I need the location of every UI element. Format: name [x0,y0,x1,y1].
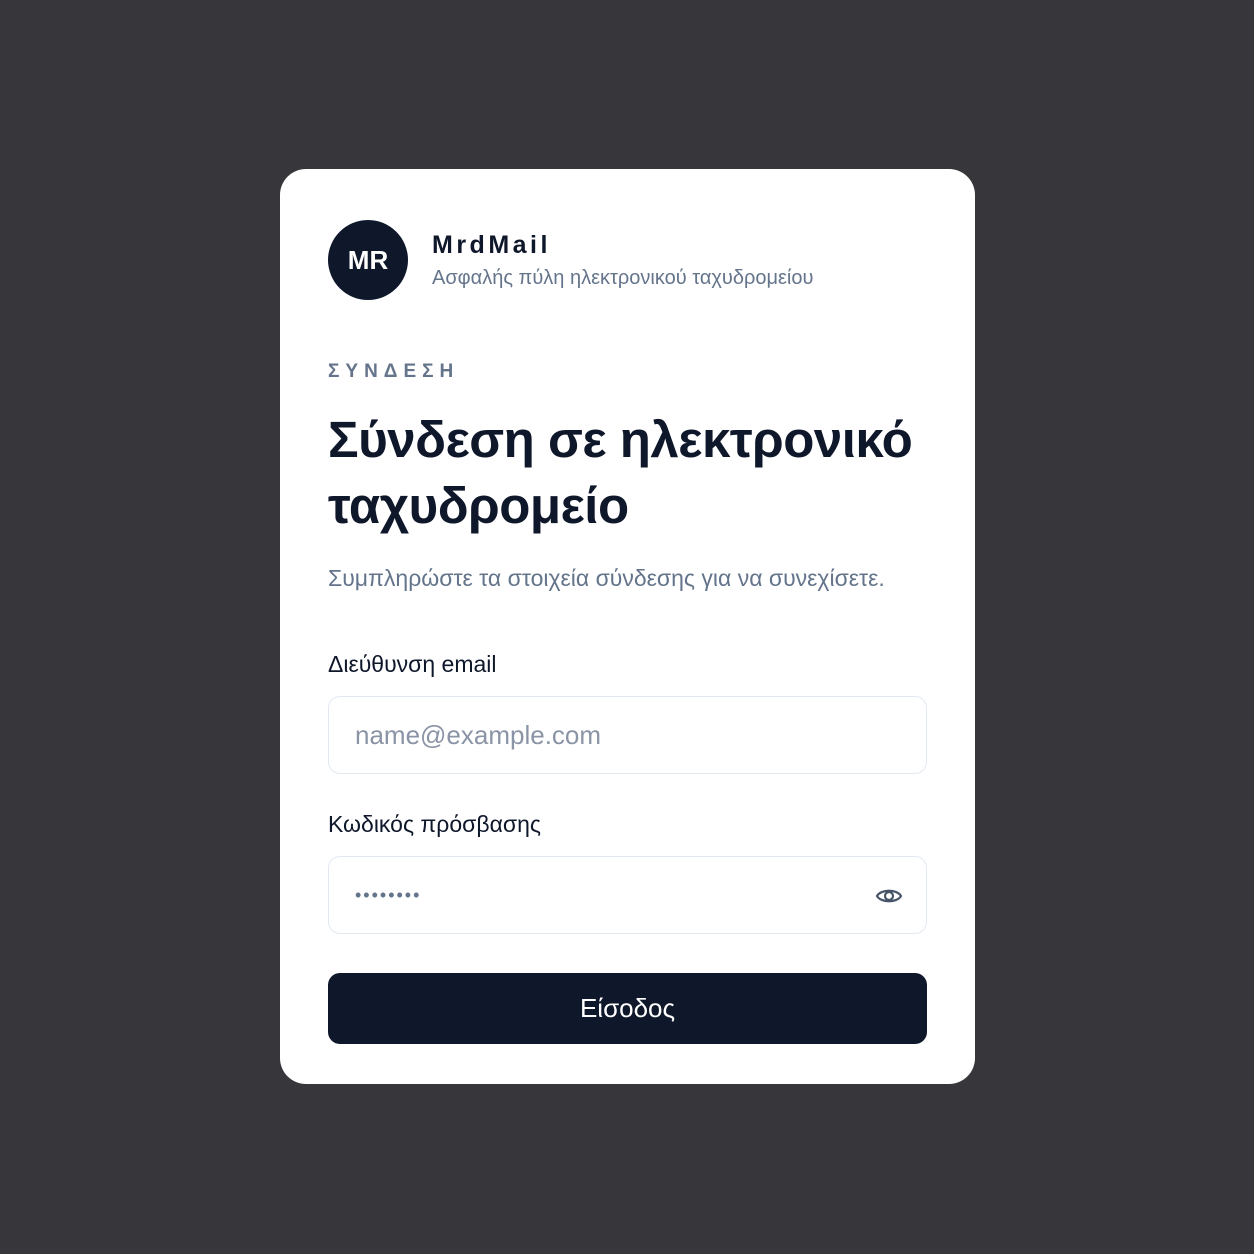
page-title: Σύνδεση σε ηλεκτρονικό ταχυδρομείο [328,411,913,534]
brand-text: MrdMail Ασφαλής πύλη ηλεκτρονικού ταχυδρ… [432,231,813,290]
brand-header: MR MrdMail Ασφαλής πύλη ηλεκτρονικού ταχ… [328,220,813,300]
login-card: MR MrdMail Ασφαλής πύλη ηλεκτρονικού ταχ… [280,169,975,1084]
login-button[interactable]: Είσοδος [328,973,927,1044]
password-field-container [328,856,927,934]
brand-logo: MR [328,220,408,300]
password-field[interactable] [355,857,835,933]
email-field-container [328,696,927,774]
page-subtitle: Συμπληρώστε τα στοιχεία σύνδεσης για να … [328,565,885,591]
eye-icon-graphic [875,889,903,903]
email-field[interactable] [355,697,875,773]
eye-icon[interactable] [874,881,904,911]
brand-name: MrdMail [432,230,551,259]
brand-tagline: Ασφαλής πύλη ηλεκτρονικού ταχυδρομείου [432,266,814,289]
email-label: Διεύθυνση email [328,651,497,677]
section-eyebrow: ΣΥΝΔΕΣΗ [328,361,460,382]
password-label: Κωδικός πρόσβασης [328,811,541,837]
